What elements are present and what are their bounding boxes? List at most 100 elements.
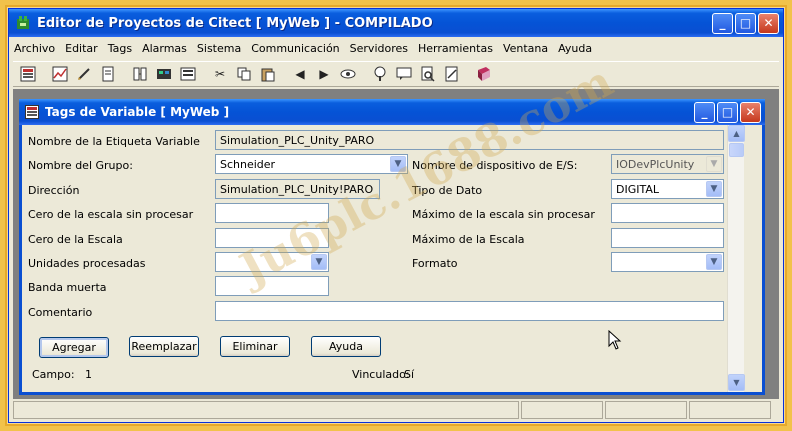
edit-icon[interactable]: [441, 63, 463, 85]
close-button[interactable]: ✕: [758, 12, 779, 34]
format-combo[interactable]: ▼: [611, 252, 724, 272]
view-icon[interactable]: [337, 63, 359, 85]
status-pane-main: [13, 401, 519, 419]
address-input[interactable]: Simulation_PLC_Unity!PARO: [215, 179, 380, 199]
deadband-input[interactable]: [215, 276, 329, 296]
vertical-scrollbar[interactable]: ▲ ▼: [727, 125, 745, 392]
scroll-down-icon[interactable]: ▼: [728, 374, 745, 391]
eng-units-label: Unidades procesadas: [28, 257, 146, 270]
deadband-label: Banda muerta: [28, 281, 107, 294]
menu-servidores[interactable]: Servidores: [345, 42, 413, 55]
comment-input[interactable]: [215, 301, 724, 321]
paste-icon[interactable]: [257, 63, 279, 85]
mouse-cursor-icon: [608, 330, 622, 350]
ports-icon[interactable]: [177, 63, 199, 85]
field-value: 1: [85, 368, 92, 381]
io-device-value: IODevPlcUnity: [616, 158, 695, 171]
io-device-combo[interactable]: IODevPlcUnity ▼: [611, 154, 724, 174]
maximize-button[interactable]: □: [735, 12, 756, 34]
maximize-icon: □: [721, 105, 734, 119]
status-pane-4: [689, 401, 771, 419]
raw-full-input[interactable]: [611, 203, 724, 223]
menu-ayuda[interactable]: Ayuda: [553, 42, 597, 55]
help-button[interactable]: Ayuda: [311, 336, 381, 357]
menu-archivo[interactable]: Archivo: [9, 42, 60, 55]
find-icon[interactable]: [417, 63, 439, 85]
chevron-down-icon[interactable]: ▼: [311, 254, 327, 270]
chevron-down-icon[interactable]: ▼: [706, 156, 722, 172]
tag-name-input[interactable]: Simulation_PLC_Unity_PARO: [215, 130, 724, 150]
field-label: Campo:: [32, 368, 75, 381]
menu-sistema[interactable]: Sistema: [192, 42, 246, 55]
status-bar: [13, 401, 779, 419]
citect-app-icon: [17, 16, 29, 29]
chevron-down-icon[interactable]: ▼: [390, 156, 406, 172]
minimize-icon: _: [719, 16, 726, 30]
variable-tags-window-icon: [25, 105, 39, 119]
linked-label: Vinculado:: [352, 368, 410, 381]
data-type-combo[interactable]: DIGITAL ▼: [611, 179, 724, 199]
help-book-icon[interactable]: [473, 63, 495, 85]
scroll-up-icon[interactable]: ▲: [728, 125, 745, 142]
cut-icon[interactable]: ✂: [209, 63, 231, 85]
maximize-icon: □: [739, 16, 752, 30]
close-icon: ✕: [745, 105, 756, 119]
app-titlebar[interactable]: Editor de Proyectos de Citect [ MyWeb ] …: [9, 9, 783, 37]
linked-value: Sí: [404, 368, 415, 381]
group-combo[interactable]: Schneider ▼: [215, 154, 408, 174]
comment-icon[interactable]: [393, 63, 415, 85]
menu-ventana[interactable]: Ventana: [498, 42, 553, 55]
eng-full-label: Máximo de la Escala: [412, 233, 525, 246]
replace-button[interactable]: Reemplazar: [129, 336, 199, 357]
scroll-thumb[interactable]: [729, 143, 744, 157]
previous-icon[interactable]: ◀: [289, 63, 311, 85]
eng-full-input[interactable]: [611, 228, 724, 248]
raw-zero-label: Cero de la escala sin procesar: [28, 208, 194, 221]
chevron-down-icon[interactable]: ▼: [706, 181, 722, 197]
boards-icon[interactable]: [153, 63, 175, 85]
eng-units-combo[interactable]: ▼: [215, 252, 329, 272]
minimize-button[interactable]: _: [712, 12, 733, 34]
status-pane-2: [521, 401, 603, 419]
tree-icon[interactable]: [369, 63, 391, 85]
group-label: Nombre del Grupo:: [28, 159, 133, 172]
group-value: Schneider: [220, 158, 276, 171]
child-maximize-button[interactable]: □: [717, 101, 738, 123]
minimize-icon: _: [701, 105, 708, 119]
tag-form: Nombre de la Etiqueta Variable Simulatio…: [22, 125, 745, 392]
menu-herramientas[interactable]: Herramientas: [413, 42, 498, 55]
io-device-label: Nombre de dispositivo de E/S:: [412, 159, 578, 172]
eng-zero-input[interactable]: [215, 228, 329, 248]
mdi-workspace: Tags de Variable [ MyWeb ] _ □ ✕ Nombre …: [13, 89, 779, 399]
next-icon[interactable]: ▶: [313, 63, 335, 85]
pen-icon[interactable]: [73, 63, 95, 85]
child-title: Tags de Variable [ MyWeb ]: [45, 105, 230, 119]
address-label: Dirección: [28, 184, 80, 197]
copy-icon[interactable]: [233, 63, 255, 85]
tag-name-label: Nombre de la Etiqueta Variable: [28, 135, 200, 148]
eng-zero-label: Cero de la Escala: [28, 233, 123, 246]
child-titlebar[interactable]: Tags de Variable [ MyWeb ] _ □ ✕: [19, 99, 765, 125]
app-title: Editor de Proyectos de Citect [ MyWeb ] …: [37, 15, 433, 31]
delete-button[interactable]: Eliminar: [220, 336, 290, 357]
toolbar: ✂ ◀ ▶: [13, 61, 779, 87]
variable-tags-icon[interactable]: [17, 63, 39, 85]
trends-icon[interactable]: [49, 63, 71, 85]
child-minimize-button[interactable]: _: [694, 101, 715, 123]
application-window: Editor de Proyectos de Citect [ MyWeb ] …: [8, 8, 784, 423]
chevron-down-icon[interactable]: ▼: [706, 254, 722, 270]
menu-editar[interactable]: Editar: [60, 42, 103, 55]
menu-alarmas[interactable]: Alarmas: [137, 42, 192, 55]
menu-bar: Archivo Editar Tags Alarmas Sistema Comm…: [9, 38, 783, 58]
document-icon[interactable]: [97, 63, 119, 85]
variable-tags-window: Tags de Variable [ MyWeb ] _ □ ✕ Nombre …: [19, 99, 765, 395]
child-close-button[interactable]: ✕: [740, 101, 761, 123]
io-devices-icon[interactable]: [129, 63, 151, 85]
add-button[interactable]: Agregar: [39, 337, 109, 358]
menu-tags[interactable]: Tags: [103, 42, 137, 55]
menu-communicacion[interactable]: Communicación: [246, 42, 344, 55]
close-icon: ✕: [763, 16, 774, 30]
raw-zero-input[interactable]: [215, 203, 329, 223]
raw-full-label: Máximo de la escala sin procesar: [412, 208, 595, 221]
format-label: Formato: [412, 257, 458, 270]
